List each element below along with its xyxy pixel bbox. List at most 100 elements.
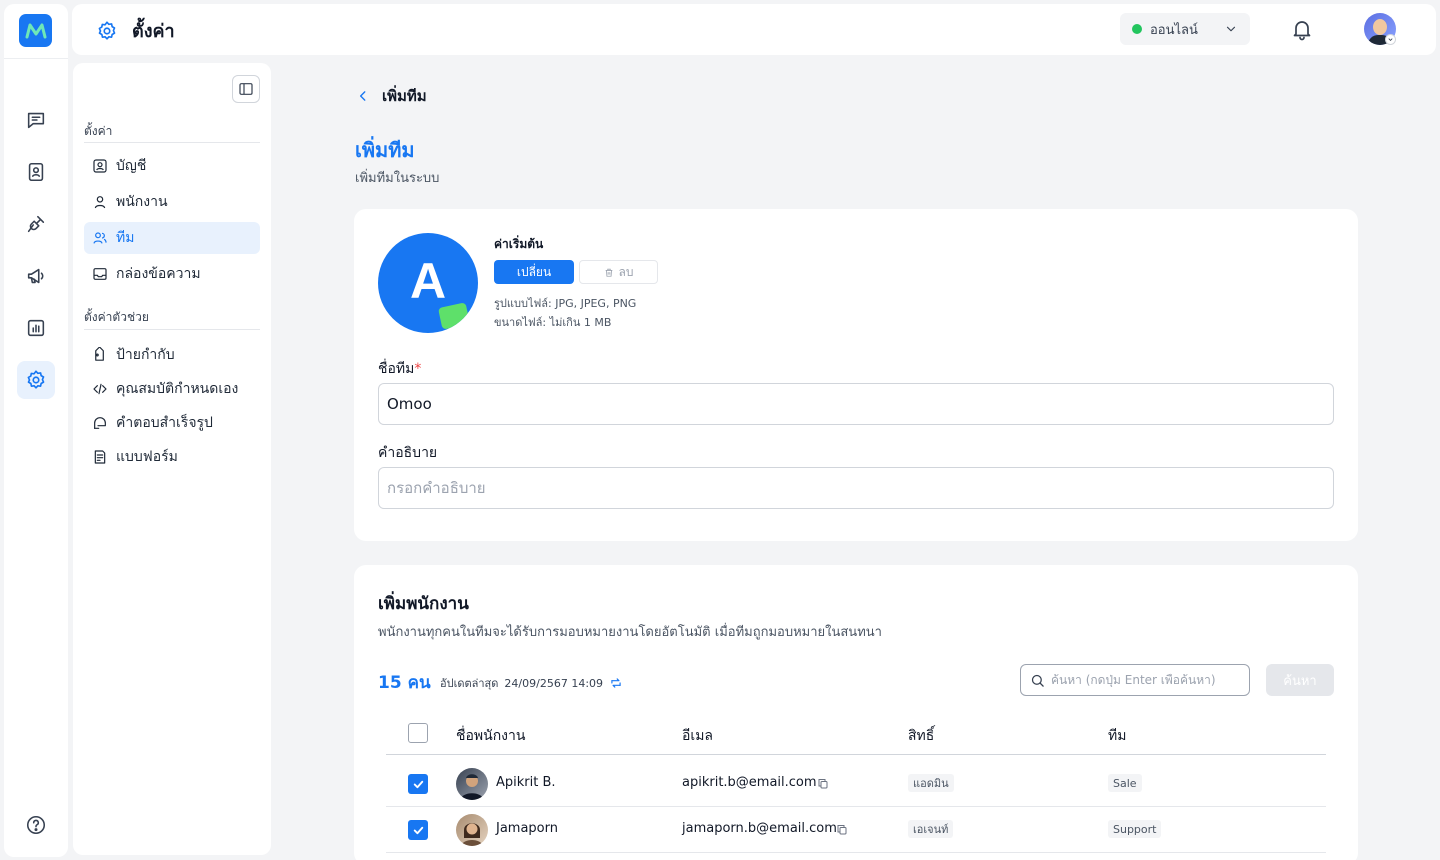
team-name-label-text: ชื่อทีม bbox=[378, 361, 415, 377]
column-header-name: ชื่อพนักงาน bbox=[456, 728, 526, 744]
search-icon bbox=[1031, 674, 1044, 687]
member-count-unit: คน bbox=[407, 673, 431, 693]
last-updated-label: อัปเดตล่าสุด bbox=[440, 677, 499, 690]
copy-email-button[interactable] bbox=[817, 777, 829, 790]
chevron-down-icon bbox=[1226, 26, 1236, 32]
row-checkbox[interactable] bbox=[408, 820, 428, 840]
page-header: ตั้งค่า bbox=[96, 16, 175, 45]
status-label: ออนไลน์ bbox=[1150, 22, 1198, 38]
quick-reply-icon bbox=[94, 417, 106, 429]
file-size-hint: ขนาดไฟล์: ไม่เกิน 1 MB bbox=[494, 316, 612, 329]
role-badge: แอดมิน bbox=[908, 774, 954, 792]
sidebar-item-inbox[interactable]: กล่องข้อความ bbox=[84, 258, 260, 290]
description-input[interactable] bbox=[378, 467, 1334, 509]
search-button[interactable]: ค้นหา bbox=[1266, 664, 1334, 696]
team-avatar: A bbox=[378, 233, 478, 333]
select-all-checkbox[interactable] bbox=[408, 723, 428, 743]
rail-help-button[interactable] bbox=[17, 806, 55, 844]
sidebar-section-settings: ตั้งค่า bbox=[84, 124, 113, 138]
rail-reports-button[interactable] bbox=[17, 309, 55, 347]
member-email: apikrit.b@email.com bbox=[682, 775, 817, 790]
file-type-hint: รูปแบบไฟล์: JPG, JPEG, PNG bbox=[494, 297, 637, 310]
sidebar-item-custom-attributes[interactable]: คุณสมบัติกำหนดเอง bbox=[84, 373, 260, 405]
rail-contacts-button[interactable] bbox=[17, 153, 55, 191]
refresh-icon[interactable] bbox=[609, 676, 623, 690]
settings-icon bbox=[27, 370, 45, 389]
sidebar-section-helpers: ตั้งค่าตัวช่วย bbox=[84, 310, 149, 324]
sidebar-item-account[interactable]: บัญชี bbox=[84, 150, 260, 182]
delete-avatar-button[interactable]: ลบ bbox=[579, 260, 658, 284]
sidebar-item-label: ทีม bbox=[116, 230, 135, 246]
team-name-label: ชื่อทีม* bbox=[378, 358, 421, 380]
member-count: 15 คน bbox=[378, 669, 431, 696]
tag-icon bbox=[95, 347, 104, 361]
last-updated: อัปเดตล่าสุด 24/09/2567 14:09 bbox=[440, 674, 623, 692]
divider bbox=[84, 142, 260, 143]
top-bar: ตั้งค่า ออนไลน์ bbox=[72, 4, 1436, 55]
members-card: เพิ่มพนักงาน พนักงานทุกคนในทีมจะได้รับกา… bbox=[354, 565, 1358, 860]
sidebar-item-label: คำตอบสำเร็จรูป bbox=[116, 415, 213, 431]
avatar-label: ค่าเริ่มต้น bbox=[494, 237, 544, 251]
status-select[interactable]: ออนไลน์ bbox=[1120, 13, 1250, 45]
help-icon bbox=[26, 815, 46, 835]
app-logo[interactable] bbox=[19, 14, 52, 47]
members-description: พนักงานทุกคนในทีมจะได้รับการมอบหมายงานโด… bbox=[378, 625, 882, 640]
sidebar-item-forms[interactable]: แบบฟอร์ม bbox=[84, 441, 260, 473]
user-icon bbox=[94, 196, 106, 209]
table-header: ชื่อพนักงาน อีเมล สิทธิ์ ทีม bbox=[386, 715, 1326, 755]
sidebar-item-canned-responses[interactable]: คำตอบสำเร็จรูป bbox=[84, 407, 260, 439]
sidebar-item-label: บัญชี bbox=[116, 158, 147, 174]
sidebar-toggle-icon bbox=[239, 83, 253, 95]
copy-icon bbox=[837, 825, 847, 835]
plug-icon bbox=[27, 215, 45, 233]
user-square-icon bbox=[93, 159, 107, 173]
member-name: Jamaporn bbox=[496, 821, 558, 836]
trash-icon bbox=[605, 268, 612, 277]
settings-sidebar: ตั้งค่า บัญชี พนักงาน ทีม กล่องข้อความ ต… bbox=[73, 63, 271, 855]
copy-icon bbox=[818, 779, 828, 789]
contacts-icon bbox=[28, 162, 44, 182]
last-updated-value: 24/09/2567 14:09 bbox=[504, 676, 604, 690]
sidebar-item-team[interactable]: ทีม bbox=[84, 222, 260, 254]
team-name-input[interactable] bbox=[378, 383, 1334, 425]
column-header-role: สิทธิ์ bbox=[908, 728, 935, 744]
rail-broadcast-button[interactable] bbox=[17, 257, 55, 295]
code-icon bbox=[93, 383, 107, 395]
sidebar-collapse-button[interactable] bbox=[232, 75, 260, 103]
breadcrumb-label: เพิ่มทีม bbox=[382, 87, 427, 105]
sidebar-item-labels[interactable]: ป้ายกำกับ bbox=[84, 339, 260, 371]
check-icon bbox=[413, 780, 423, 788]
sidebar-item-staff[interactable]: พนักงาน bbox=[84, 186, 260, 218]
member-name: Apikrit B. bbox=[496, 775, 556, 790]
sidebar-item-label: ป้ายกำกับ bbox=[116, 347, 175, 363]
users-icon bbox=[93, 232, 107, 244]
avatar bbox=[456, 814, 488, 846]
rail-integrations-button[interactable] bbox=[17, 205, 55, 243]
app-rail bbox=[4, 4, 68, 857]
notifications-button[interactable] bbox=[1290, 17, 1314, 41]
chart-icon bbox=[27, 319, 45, 337]
form-icon bbox=[94, 450, 106, 464]
table-row[interactable]: Jamaporn jamaporn.b@email.com เอเจนท์ Su… bbox=[386, 807, 1326, 853]
column-header-team: ทีม bbox=[1108, 728, 1127, 744]
column-header-email: อีเมล bbox=[682, 728, 714, 744]
members-title: เพิ่มพนักงาน bbox=[378, 594, 469, 614]
rail-chat-button[interactable] bbox=[17, 101, 55, 139]
copy-email-button[interactable] bbox=[836, 823, 848, 836]
sidebar-item-label: คุณสมบัติกำหนดเอง bbox=[116, 381, 239, 397]
chevron-left-icon[interactable] bbox=[356, 88, 370, 104]
mascot-icon bbox=[438, 302, 470, 330]
search-input[interactable] bbox=[1051, 673, 1241, 687]
online-status-dot bbox=[1132, 24, 1142, 34]
table-row[interactable]: Apikrit B. apikrit.b@email.com แอดมิน Sa… bbox=[386, 761, 1326, 807]
sidebar-item-label: แบบฟอร์ม bbox=[116, 449, 178, 465]
back-breadcrumb[interactable]: เพิ่มทีม bbox=[356, 84, 427, 108]
member-email: jamaporn.b@email.com bbox=[682, 821, 837, 836]
row-checkbox[interactable] bbox=[408, 774, 428, 794]
member-search bbox=[1020, 664, 1250, 696]
rail-settings-button[interactable] bbox=[17, 361, 55, 399]
rail-divider bbox=[4, 58, 68, 59]
change-avatar-button[interactable]: เปลี่ยน bbox=[494, 260, 574, 284]
team-badge: Sale bbox=[1108, 774, 1142, 792]
megaphone-icon bbox=[27, 268, 44, 284]
